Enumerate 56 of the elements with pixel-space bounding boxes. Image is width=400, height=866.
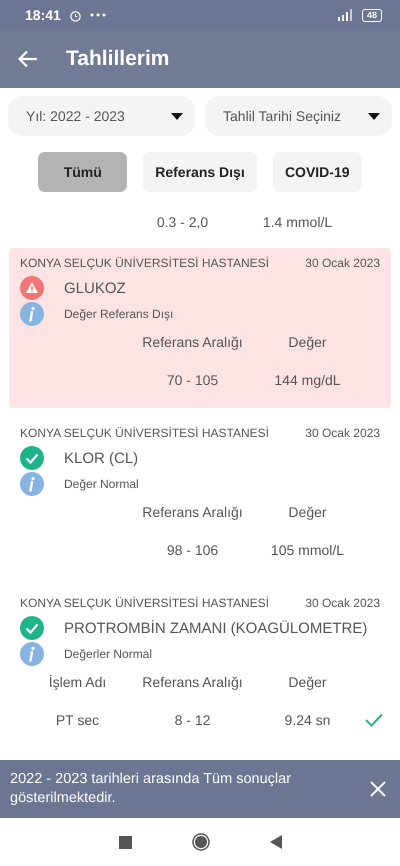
reference-range: 0.3 - 2,0: [156, 214, 210, 230]
hospital-name: KONYA SELÇUK ÜNİVERSİTESİ HASTANESİ: [20, 256, 269, 270]
hospital-name: KONYA SELÇUK ÜNİVERSİTESİ HASTANESİ: [20, 426, 269, 440]
status-note: Değer Normal: [64, 477, 139, 491]
status-note: Değerler Normal: [64, 647, 152, 661]
column-header: İşlem Adı: [48, 674, 108, 690]
battery-level: 48: [362, 8, 382, 22]
recents-button[interactable]: [118, 836, 132, 848]
close-icon: [370, 781, 386, 797]
status-time: 18:41: [25, 7, 61, 23]
page-title: Tahlillerim: [66, 47, 170, 71]
column-header: Referans Aralığı: [141, 334, 244, 350]
back-button[interactable]: [18, 50, 38, 68]
reference-range: 70 - 105: [166, 372, 220, 388]
column-header: Değer: [287, 674, 328, 690]
column-header: Değer: [287, 504, 328, 520]
close-button[interactable]: [370, 781, 386, 797]
result-date: 30 Ocak 2023: [305, 256, 380, 270]
result-value: 1.4 mmol/L: [262, 214, 334, 230]
back-nav-button[interactable]: [270, 835, 282, 849]
hospital-name: KONYA SELÇUK ÜNİVERSİTESİ HASTANESİ: [20, 596, 269, 610]
snackbar-message: 2022 - 2023 tarihleri arasında Tüm sonuçlar gösterilmektedir.: [10, 770, 292, 808]
test-name: PROTROMBİN ZAMANI (KOAGÜLOMETRE): [64, 620, 368, 636]
signal-icon: [336, 9, 354, 21]
result-card[interactable]: KONYA SELÇUK ÜNİVERSİTESİ HASTANESİ 30 Ocak 2023 GLUKOZ Değer Referans Dışı Referans Aralığı Değer 70 - 105 144 mg/dL: [9, 248, 391, 408]
filter-chip[interactable]: Referans Dışı: [143, 152, 257, 192]
caret-icon: [368, 112, 380, 120]
filter-chip[interactable]: COVID-19: [272, 152, 362, 192]
triangle-icon: [270, 835, 282, 849]
dropdown[interactable]: Tahlil Tarihi Seçiniz: [205, 96, 392, 136]
back-arrow-icon: [18, 50, 38, 68]
info-icon: [20, 302, 44, 326]
filter-chip[interactable]: Tümü: [38, 152, 128, 192]
column-header: Değer: [287, 334, 328, 350]
home-button[interactable]: [192, 833, 210, 851]
info-icon: [20, 472, 44, 496]
dots-icon: [90, 13, 106, 17]
result-date: 30 Ocak 2023: [305, 596, 380, 610]
test-name: KLOR (CL): [64, 450, 138, 466]
caret-icon: [171, 112, 183, 120]
reference-range: 8 - 12: [174, 712, 212, 728]
info-icon: [20, 642, 44, 666]
dropdown[interactable]: Yıl: 2022 - 2023: [8, 96, 195, 136]
column-header: Referans Aralığı: [141, 504, 244, 520]
result-value: 144 mg/dL: [273, 372, 342, 388]
reference-range: 98 - 106: [166, 542, 220, 558]
circle-icon: [192, 833, 210, 851]
result-value: 9.24 sn: [284, 712, 332, 728]
column-header: Referans Aralığı: [141, 674, 244, 690]
status-note: Değer Referans Dışı: [64, 307, 174, 321]
result-value: 105 mmol/L: [270, 542, 346, 558]
square-icon: [118, 836, 132, 848]
alarm-icon: [68, 8, 82, 22]
test-item: PT sec: [54, 712, 100, 728]
result-date: 30 Ocak 2023: [305, 426, 380, 440]
test-name: GLUKOZ: [64, 280, 126, 296]
